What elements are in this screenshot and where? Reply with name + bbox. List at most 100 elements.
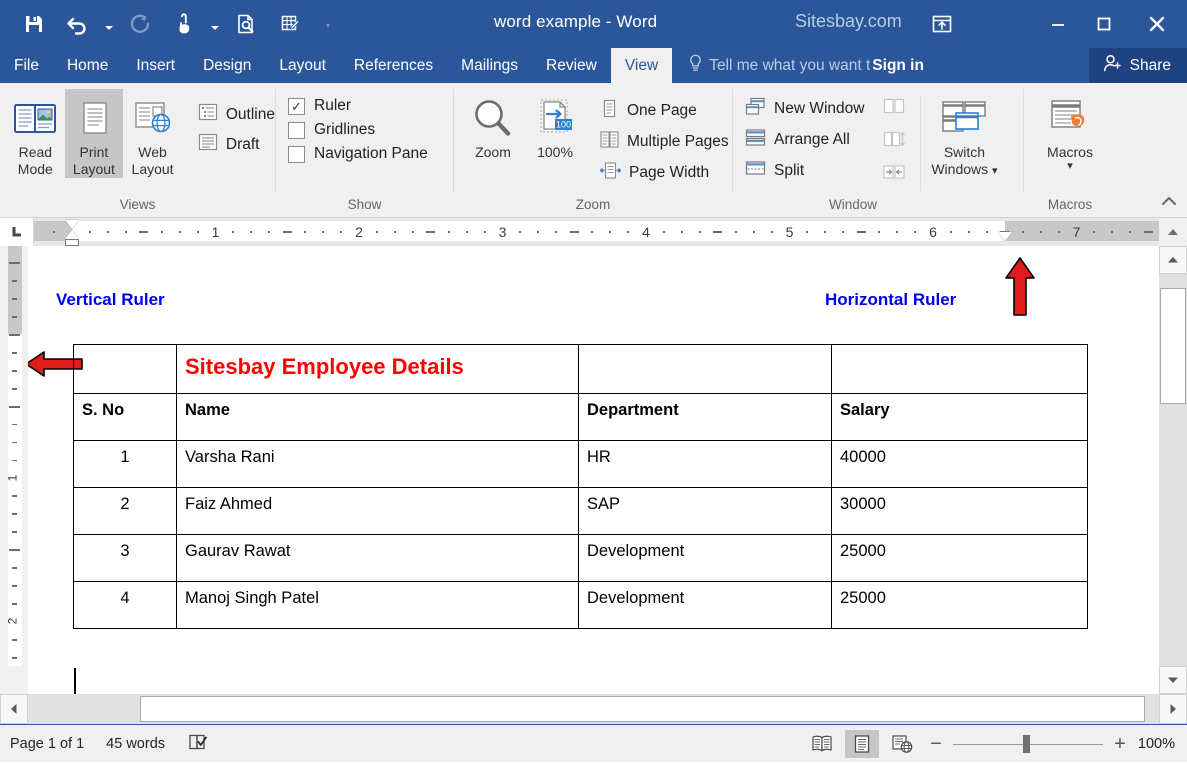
share-button[interactable]: Share — [1088, 48, 1187, 83]
right-indent-marker[interactable] — [997, 232, 1012, 241]
header-name[interactable]: Name — [176, 393, 579, 441]
title-cell-empty-1[interactable] — [73, 344, 177, 394]
arrange-all-button[interactable]: Arrange All — [745, 128, 864, 152]
tab-stop-selector[interactable] — [0, 218, 34, 246]
first-line-indent-marker[interactable] — [65, 220, 79, 229]
vertical-scroll-thumb[interactable] — [1160, 288, 1186, 404]
scroll-left-button[interactable] — [0, 694, 28, 724]
cell-department[interactable]: SAP — [578, 487, 832, 535]
cell-name[interactable]: Varsha Rani — [176, 440, 579, 488]
read-mode-view-button[interactable] — [805, 730, 839, 758]
cell-name[interactable]: Manoj Singh Patel — [176, 581, 579, 629]
page-indicator[interactable]: Page 1 of 1 — [10, 736, 84, 752]
macros-button[interactable]: Macros ▾ — [1031, 89, 1109, 172]
tab-layout[interactable]: Layout — [265, 48, 340, 83]
navigation-pane-checkbox[interactable] — [288, 145, 305, 163]
undo-dropdown-icon[interactable] — [100, 4, 118, 44]
word-count[interactable]: 45 words — [106, 736, 165, 752]
horizontal-ruler[interactable]: 1 2 3 4 5 6 7 — [34, 218, 1159, 246]
draft-view-button[interactable]: Draft — [198, 133, 275, 156]
table-row-header[interactable]: S. No Name Department Salary — [73, 393, 1088, 441]
cell-salary[interactable]: 40000 — [831, 440, 1088, 488]
maximize-restore-button[interactable] — [1081, 0, 1127, 48]
header-salary[interactable]: Salary — [831, 393, 1088, 441]
touch-mode-dropdown-icon[interactable] — [206, 4, 224, 44]
one-page-button[interactable]: One Page — [600, 99, 729, 123]
print-layout-button[interactable]: Print Layout — [64, 89, 124, 178]
minimize-button[interactable] — [1035, 0, 1081, 48]
cell-sno[interactable]: 2 — [73, 487, 177, 535]
zoom-100-button[interactable]: 100 100% — [524, 89, 586, 161]
tab-file[interactable]: File — [0, 48, 53, 83]
outline-view-button[interactable]: Outline — [198, 103, 275, 126]
document-page[interactable]: Vertical Ruler Horizontal Ruler Sitesbay… — [28, 246, 1159, 694]
left-indent-marker[interactable] — [65, 239, 79, 246]
cell-sno[interactable]: 3 — [73, 534, 177, 582]
vertical-scrollbar[interactable] — [1159, 246, 1187, 694]
zoom-button[interactable]: Zoom — [462, 89, 524, 161]
cell-salary[interactable]: 25000 — [831, 581, 1088, 629]
close-button[interactable] — [1127, 0, 1187, 48]
cell-department[interactable]: Development — [578, 581, 832, 629]
ribbon-display-options-icon[interactable] — [930, 13, 954, 35]
scroll-up-button[interactable] — [1159, 246, 1187, 274]
zoom-level[interactable]: 100% — [1137, 736, 1179, 752]
cell-salary[interactable]: 30000 — [831, 487, 1088, 535]
tab-home[interactable]: Home — [53, 48, 122, 83]
zoom-slider-handle[interactable] — [1023, 735, 1030, 753]
horizontal-scrollbar[interactable] — [0, 694, 1187, 724]
proofing-errors-icon[interactable] — [187, 733, 209, 755]
cell-sno[interactable]: 1 — [73, 440, 177, 488]
horizontal-scroll-track[interactable] — [28, 694, 1159, 724]
cell-department[interactable]: HR — [578, 440, 832, 488]
customize-qat-icon[interactable] — [312, 4, 330, 44]
zoom-slider[interactable] — [953, 730, 1103, 758]
gridlines-checkbox[interactable] — [288, 121, 305, 139]
zoom-in-button[interactable]: + — [1109, 733, 1131, 756]
save-icon[interactable] — [12, 4, 56, 44]
gridlines-checkbox-row[interactable]: Gridlines — [288, 121, 428, 139]
undo-icon[interactable] — [56, 4, 100, 44]
cell-sno[interactable]: 4 — [73, 581, 177, 629]
collapse-ribbon-icon[interactable] — [1159, 193, 1179, 214]
tab-design[interactable]: Design — [189, 48, 265, 83]
tab-mailings[interactable]: Mailings — [447, 48, 532, 83]
switch-windows-button[interactable]: Switch Windows ▾ — [921, 89, 1007, 180]
split-button[interactable]: Split — [745, 159, 864, 183]
hanging-indent-marker[interactable] — [65, 230, 79, 239]
ruler-checkbox[interactable]: ✓ — [288, 97, 305, 115]
draw-table-icon[interactable] — [268, 4, 312, 44]
zoom-out-button[interactable]: − — [925, 733, 947, 756]
cell-salary[interactable]: 25000 — [831, 534, 1088, 582]
table-row[interactable]: 1 Varsha Rani HR 40000 — [73, 440, 1088, 488]
cell-name[interactable]: Gaurav Rawat — [176, 534, 579, 582]
header-department[interactable]: Department — [578, 393, 832, 441]
read-mode-button[interactable]: Read Mode — [6, 89, 65, 178]
vertical-scroll-track[interactable] — [1159, 274, 1187, 666]
cell-name[interactable]: Faiz Ahmed — [176, 487, 579, 535]
table-row[interactable]: 2 Faiz Ahmed SAP 30000 — [73, 487, 1088, 535]
ruler-checkbox-row[interactable]: ✓ Ruler — [288, 97, 428, 115]
new-window-button[interactable]: New Window — [745, 97, 864, 121]
horizontal-scroll-thumb[interactable] — [140, 696, 1145, 722]
multiple-pages-button[interactable]: Multiple Pages — [600, 130, 729, 154]
switch-windows-dropdown-icon[interactable]: ▾ — [992, 165, 998, 177]
redo-icon[interactable] — [118, 4, 162, 44]
vertical-ruler[interactable]: 12 — [0, 246, 28, 694]
title-cell-empty-3[interactable] — [831, 344, 1088, 394]
title-cell-empty-2[interactable] — [578, 344, 832, 394]
employee-details-table[interactable]: Sitesbay Employee Details S. No Name Dep… — [73, 344, 1088, 629]
tab-references[interactable]: References — [340, 48, 447, 83]
table-title[interactable]: Sitesbay Employee Details — [176, 344, 579, 394]
page-width-button[interactable]: Page Width — [599, 161, 729, 185]
touch-mode-icon[interactable] — [162, 4, 206, 44]
tab-insert[interactable]: Insert — [122, 48, 189, 83]
tab-view[interactable]: View — [610, 48, 673, 83]
document-area[interactable]: Vertical Ruler Horizontal Ruler Sitesbay… — [28, 246, 1159, 694]
web-layout-view-button[interactable] — [885, 730, 919, 758]
cell-department[interactable]: Development — [578, 534, 832, 582]
web-layout-button[interactable]: Web Layout — [123, 89, 182, 178]
tell-me-search[interactable]: Tell me what you want t — [672, 48, 870, 83]
header-sno[interactable]: S. No — [73, 393, 177, 441]
print-layout-view-button[interactable] — [845, 730, 879, 758]
